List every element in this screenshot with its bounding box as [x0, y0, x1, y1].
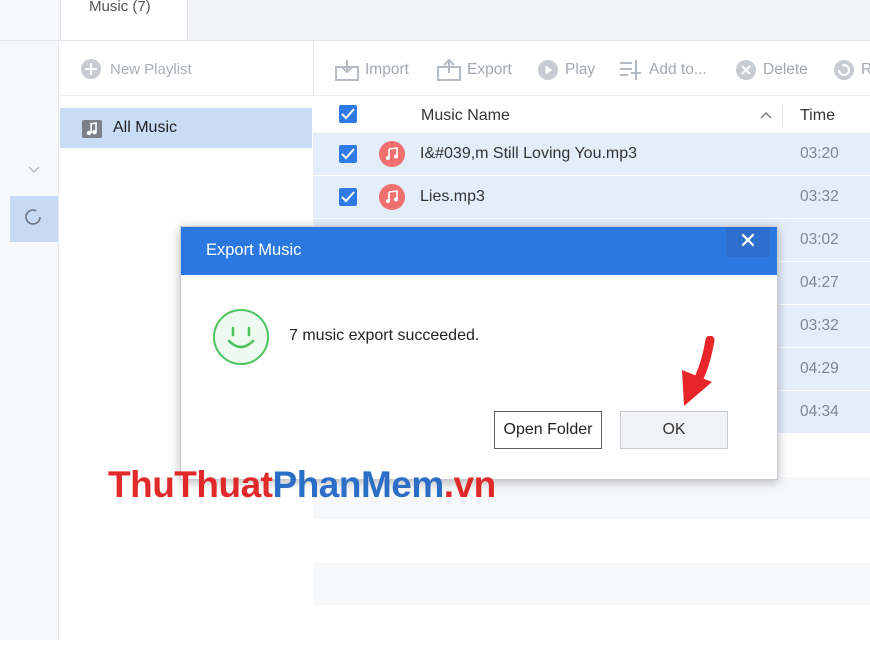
- import-icon: [335, 60, 359, 81]
- rail-device-item[interactable]: [10, 196, 58, 242]
- export-icon: [437, 59, 461, 81]
- add-to-label: Add to...: [649, 61, 707, 78]
- watermark-logo: ThuThuatPhanMem.vn: [108, 464, 496, 506]
- new-playlist-label: New Playlist: [110, 60, 192, 78]
- delete-icon: [736, 60, 756, 80]
- empty-row: [313, 563, 870, 606]
- sidebar-divider: [60, 95, 313, 96]
- smiley-success-icon: [213, 309, 269, 365]
- add-to-button[interactable]: Add to...: [619, 58, 707, 82]
- tab-music-label: Music (7): [89, 0, 151, 15]
- music-note-icon: [379, 184, 405, 210]
- left-rail: [0, 0, 59, 640]
- delete-button[interactable]: Delete: [735, 58, 808, 82]
- import-button[interactable]: Import: [335, 58, 409, 82]
- chevron-down-icon[interactable]: [26, 162, 42, 178]
- loading-icon: [25, 209, 41, 225]
- watermark-part: ThuThuat: [108, 464, 273, 505]
- music-time: 04:29: [800, 360, 839, 377]
- delete-label: Delete: [763, 61, 808, 78]
- sidebar-item-all-music[interactable]: All Music: [60, 108, 312, 148]
- empty-row: [313, 520, 870, 563]
- table-header: Music Name Time: [313, 96, 870, 135]
- all-music-label: All Music: [113, 119, 178, 136]
- play-icon: [538, 60, 558, 80]
- import-label: Import: [365, 61, 409, 78]
- tab-music[interactable]: Music (7): [60, 0, 188, 40]
- sort-ascending-icon[interactable]: [759, 110, 773, 120]
- music-name: Lies.mp3: [420, 188, 485, 205]
- music-time: 03:32: [800, 317, 839, 334]
- watermark-part: .vn: [443, 464, 496, 505]
- select-all-checkbox[interactable]: [339, 105, 357, 123]
- music-time: 03:02: [800, 231, 839, 248]
- music-note-icon: [379, 141, 405, 167]
- column-header-time[interactable]: Time: [800, 107, 835, 125]
- empty-row: [313, 606, 870, 649]
- refresh-label: R: [861, 61, 870, 78]
- toolbar: Import Export Play Add to... Delete R: [313, 48, 870, 92]
- dialog-header: Export Music ✕: [181, 227, 777, 275]
- table-row[interactable]: I&#039,m Still Loving You.mp3 03:20: [313, 133, 870, 176]
- close-icon[interactable]: ✕: [726, 227, 770, 257]
- refresh-icon: [834, 60, 854, 80]
- export-label: Export: [467, 61, 512, 78]
- music-library-icon: [82, 120, 102, 138]
- red-arrow-annotation: [682, 336, 715, 406]
- table-row[interactable]: Lies.mp3 03:32: [313, 176, 870, 219]
- dialog-message: 7 music export succeeded.: [289, 327, 480, 344]
- music-name: I&#039,m Still Loving You.mp3: [420, 145, 638, 162]
- column-divider[interactable]: [782, 104, 783, 126]
- rail-divider: [0, 40, 58, 41]
- plus-circle-icon: [81, 59, 101, 79]
- play-label: Play: [565, 61, 596, 78]
- play-button[interactable]: Play: [537, 58, 595, 82]
- ok-button[interactable]: OK: [620, 411, 728, 449]
- export-button[interactable]: Export: [437, 58, 512, 82]
- row-checkbox[interactable]: [339, 145, 357, 163]
- refresh-button[interactable]: R: [833, 58, 870, 82]
- music-time: 04:27: [800, 274, 839, 291]
- new-playlist-button[interactable]: New Playlist: [80, 56, 192, 82]
- music-time: 04:34: [800, 403, 839, 420]
- add-to-list-icon: [620, 60, 641, 80]
- music-time: 03:32: [800, 188, 839, 205]
- music-time: 03:20: [800, 145, 839, 162]
- row-checkbox[interactable]: [339, 188, 357, 206]
- watermark-part: PhanMem: [272, 464, 445, 505]
- open-folder-button[interactable]: Open Folder: [494, 411, 602, 449]
- column-header-name[interactable]: Music Name: [421, 107, 510, 125]
- dialog-title: Export Music: [206, 241, 302, 259]
